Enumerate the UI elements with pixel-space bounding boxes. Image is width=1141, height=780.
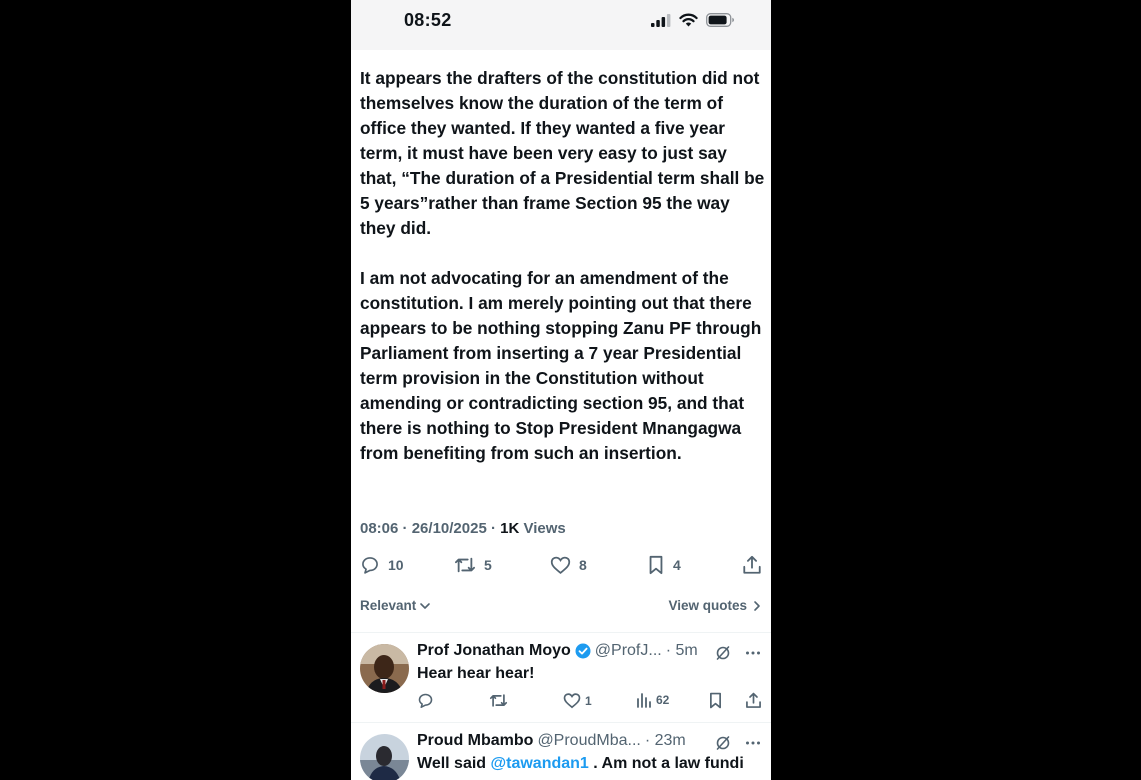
reply-share-button[interactable] <box>745 692 762 709</box>
reply-item[interactable]: Proud Mbambo @ProudMba... · 23m Well sai… <box>351 732 771 780</box>
reply-header: Prof Jonathan Moyo @ProfJ... · 5m <box>417 642 698 660</box>
bookmark-button[interactable]: 4 <box>647 555 681 575</box>
reply-actions: 1 62 <box>417 692 763 712</box>
avatar[interactable] <box>360 644 409 693</box>
reply-age: · 5m <box>665 642 698 659</box>
reply-count: 10 <box>388 557 404 573</box>
status-bar: 08:52 <box>351 0 771 50</box>
repost-count: 5 <box>484 557 492 573</box>
reply-like-button[interactable]: 1 <box>563 692 592 709</box>
reply-author-name[interactable]: Proud Mbambo <box>417 732 533 750</box>
reply-text-before: Well said <box>417 755 491 772</box>
reply-bookmark-button[interactable] <box>708 692 723 709</box>
more-options-icon[interactable] <box>745 735 761 751</box>
reply-like-count: 1 <box>585 693 592 708</box>
reply-header-actions <box>715 645 761 661</box>
share-icon <box>743 555 761 574</box>
grok-icon[interactable] <box>715 735 731 751</box>
phone-screen: 08:52 It appears the drafters of the con… <box>351 0 771 780</box>
tweet-views-label[interactable]: Views <box>524 520 566 537</box>
verified-badge-icon <box>575 643 591 659</box>
grok-icon[interactable] <box>715 645 731 661</box>
reply-author-name[interactable]: Prof Jonathan Moyo <box>417 642 571 660</box>
avatar[interactable] <box>360 734 409 780</box>
tweet-body: It appears the drafters of the constitut… <box>360 68 765 463</box>
view-quotes-label: View quotes <box>668 598 747 613</box>
like-button[interactable]: 8 <box>550 555 587 575</box>
bookmark-count: 4 <box>673 557 681 573</box>
chevron-right-icon <box>754 600 760 611</box>
repost-icon <box>489 694 508 707</box>
bookmark-icon <box>710 692 721 709</box>
reply-text: Hear hear hear! <box>417 665 535 682</box>
reply-text: Well said @tawandan1 . Am not a law fund… <box>417 755 744 773</box>
more-options-icon[interactable] <box>745 645 761 661</box>
reply-repost-button[interactable] <box>489 692 508 709</box>
reply-icon <box>362 557 378 574</box>
reply-text-after: . Am not a law fundi <box>588 755 744 772</box>
like-count: 8 <box>579 557 587 573</box>
heart-icon <box>550 556 571 575</box>
reply-views-count: 62 <box>656 693 670 707</box>
views-chart-icon <box>637 693 651 708</box>
share-button[interactable] <box>742 555 762 575</box>
reply-button[interactable]: 10 <box>360 555 404 575</box>
bookmark-icon <box>649 555 663 575</box>
reply-icon <box>418 693 433 709</box>
reply-views-button[interactable]: 62 <box>636 692 669 708</box>
reply-author-handle[interactable]: @ProudMba... <box>537 732 640 750</box>
tweet-meta: 08:06 · 26/10/2025 · 1K Views <box>360 520 566 537</box>
cellular-signal-icon <box>651 13 671 27</box>
reply-author-handle[interactable]: @ProfJ... <box>595 642 662 660</box>
status-icons <box>651 13 735 27</box>
heart-icon <box>563 693 581 709</box>
reply-item[interactable]: Prof Jonathan Moyo @ProfJ... · 5m Hear h… <box>351 642 771 720</box>
reply-header-actions <box>715 735 761 751</box>
status-time: 08:52 <box>404 10 452 30</box>
reply-age: · 23m <box>644 732 686 749</box>
chevron-down-icon <box>420 602 431 609</box>
sort-dropdown[interactable]: Relevant <box>360 598 431 613</box>
divider <box>351 722 771 723</box>
view-quotes-link[interactable]: View quotes <box>668 598 762 613</box>
sort-label: Relevant <box>360 598 417 613</box>
share-icon <box>746 692 761 708</box>
reply-header: Proud Mbambo @ProudMba... · 23m <box>417 732 686 750</box>
tweet-actions: 10 5 8 4 <box>360 555 762 577</box>
reply-mention[interactable]: @tawandan1 <box>491 755 589 772</box>
tweet-views-count: 1K <box>500 520 520 537</box>
divider <box>351 632 771 633</box>
repost-icon <box>454 557 475 573</box>
reply-reply-button[interactable] <box>417 692 434 709</box>
tweet-date: 26/10/2025 <box>411 520 487 537</box>
battery-icon <box>706 13 734 27</box>
wifi-icon <box>679 13 698 27</box>
repost-button[interactable]: 5 <box>454 555 492 575</box>
tweet-time: 08:06 <box>360 520 399 537</box>
